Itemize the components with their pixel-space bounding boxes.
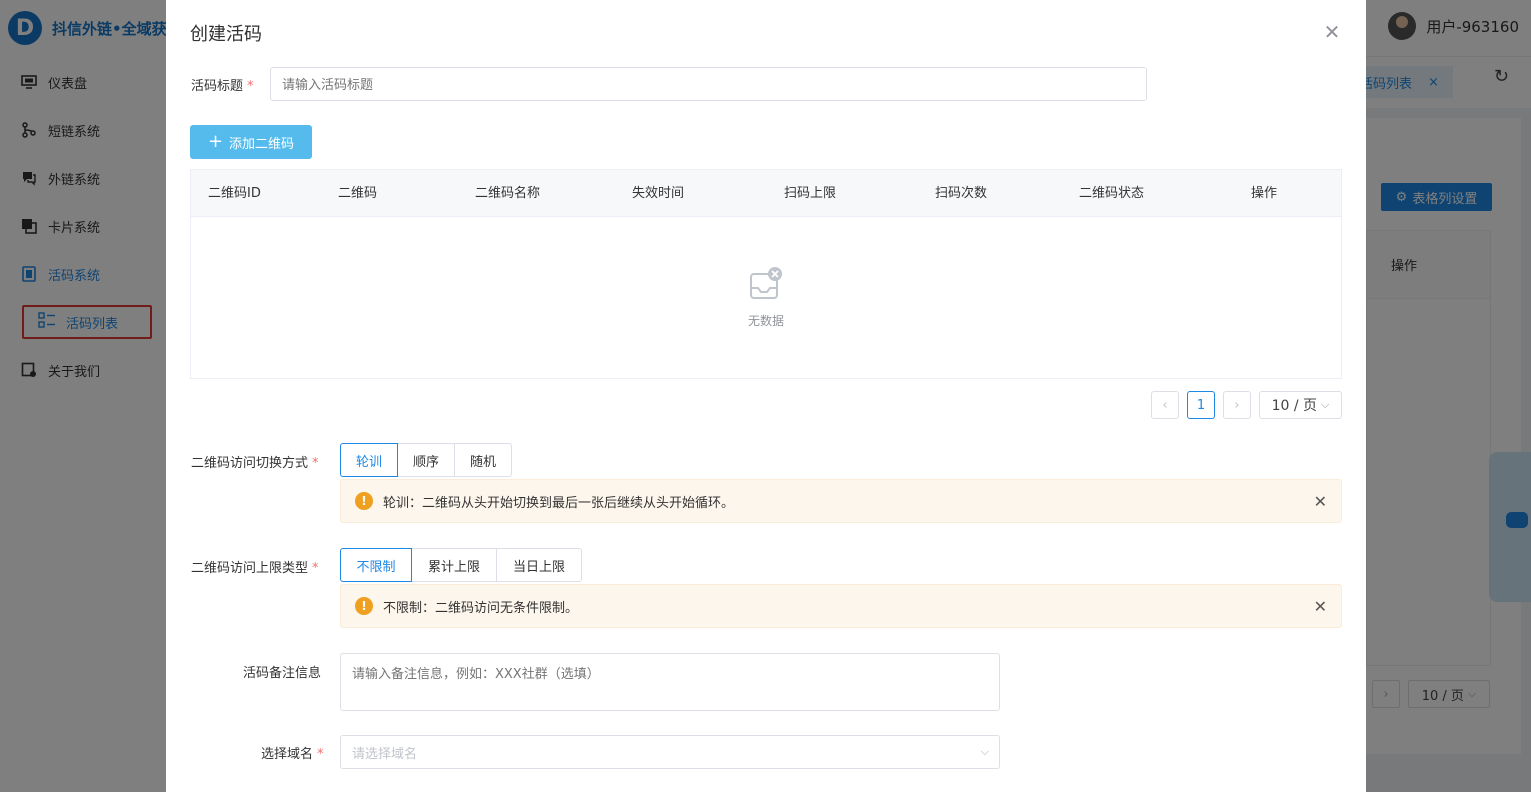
column-header: 二维码ID [208,186,261,201]
domain-select[interactable]: 请选择域名 ⌵ [340,735,1000,769]
limit-type-label: 二维码访问上限类型 * [191,557,319,576]
limit-type-option-daily[interactable]: 当日上限 [496,548,582,582]
switch-mode-tip: ! 轮训：二维码从头开始切换到最后一张后继续从头开始循环。 ✕ [340,479,1342,523]
chevron-down-icon: ⌵ [1321,398,1330,411]
add-qrcode-button[interactable]: + 添加二维码 [190,125,312,159]
prev-page-button[interactable]: ‹ [1151,391,1179,419]
column-header: 二维码状态 [1079,186,1145,201]
table-header: 二维码ID 二维码 二维码名称 失效时间 扫码上限 扫码次数 二维码状态 操作 [191,170,1341,217]
close-icon[interactable]: ✕ [1320,20,1344,44]
create-qrcode-dialog: 创建活码 ✕ 活码标题* + 添加二维码 二维码ID 二维码 二维码名称 失效时… [166,0,1366,792]
column-header: 扫码次数 [935,186,988,201]
add-qrcode-label: 添加二维码 [229,136,295,152]
empty-state: 无数据 [191,266,1341,329]
switch-mode-option-random[interactable]: 随机 [454,443,512,477]
domain-label: 选择域名 * [261,743,324,762]
required-mark: * [247,79,254,94]
warning-icon: ! [355,492,373,510]
chevron-down-icon: ⌵ [980,745,989,758]
domain-select-placeholder: 请选择域名 [352,746,418,762]
close-icon[interactable]: ✕ [1314,492,1327,511]
limit-type-radio-group: 不限制 累计上限 当日上限 [340,548,582,582]
title-input[interactable] [270,67,1147,101]
column-header: 失效时间 [632,186,685,201]
switch-mode-option-polling[interactable]: 轮训 [340,443,398,477]
limit-type-option-cumulative[interactable]: 累计上限 [411,548,497,582]
warning-icon: ! [355,597,373,615]
title-field-label-text: 活码标题 [191,79,244,94]
page-number-button[interactable]: 1 [1187,391,1215,419]
required-mark: * [312,456,319,471]
switch-mode-label-text: 二维码访问切换方式 [191,456,309,471]
required-mark: * [312,561,319,576]
limit-type-tip: ! 不限制：二维码访问无条件限制。 ✕ [340,584,1342,628]
empty-inbox-icon [748,266,784,302]
remark-label: 活码备注信息 [243,666,322,681]
remark-textarea[interactable] [340,653,1000,711]
column-header: 二维码 [338,186,378,201]
title-field-label: 活码标题 * [191,75,254,94]
column-header: 二维码名称 [475,186,541,201]
column-header: 操作 [1251,186,1278,201]
empty-text: 无数据 [747,314,784,328]
switch-mode-radio-group: 轮训 顺序 随机 [340,443,512,477]
limit-type-label-text: 二维码访问上限类型 [191,561,309,576]
plus-icon: + [207,131,224,152]
next-page-button[interactable]: › [1223,391,1251,419]
domain-label-text: 选择域名 [261,747,314,762]
switch-mode-option-sequential[interactable]: 顺序 [397,443,455,477]
qrcode-table: 二维码ID 二维码 二维码名称 失效时间 扫码上限 扫码次数 二维码状态 操作 … [190,169,1342,379]
limit-type-tip-text: 不限制：二维码访问无条件限制。 [383,600,579,616]
switch-mode-tip-text: 轮训：二维码从头开始切换到最后一张后继续从头开始循环。 [383,495,735,511]
switch-mode-label: 二维码访问切换方式 * [191,452,319,471]
dialog-title: 创建活码 [190,24,262,45]
page-size-select[interactable]: 10 / 页 ⌵ [1259,391,1342,419]
page-size-label: 10 / 页 [1271,398,1318,414]
limit-type-option-unlimited[interactable]: 不限制 [340,548,412,582]
column-header: 扫码上限 [784,186,837,201]
close-icon[interactable]: ✕ [1314,597,1327,616]
pagination: ‹ 1 › 10 / 页 ⌵ [1143,391,1342,419]
required-mark: * [317,747,324,762]
